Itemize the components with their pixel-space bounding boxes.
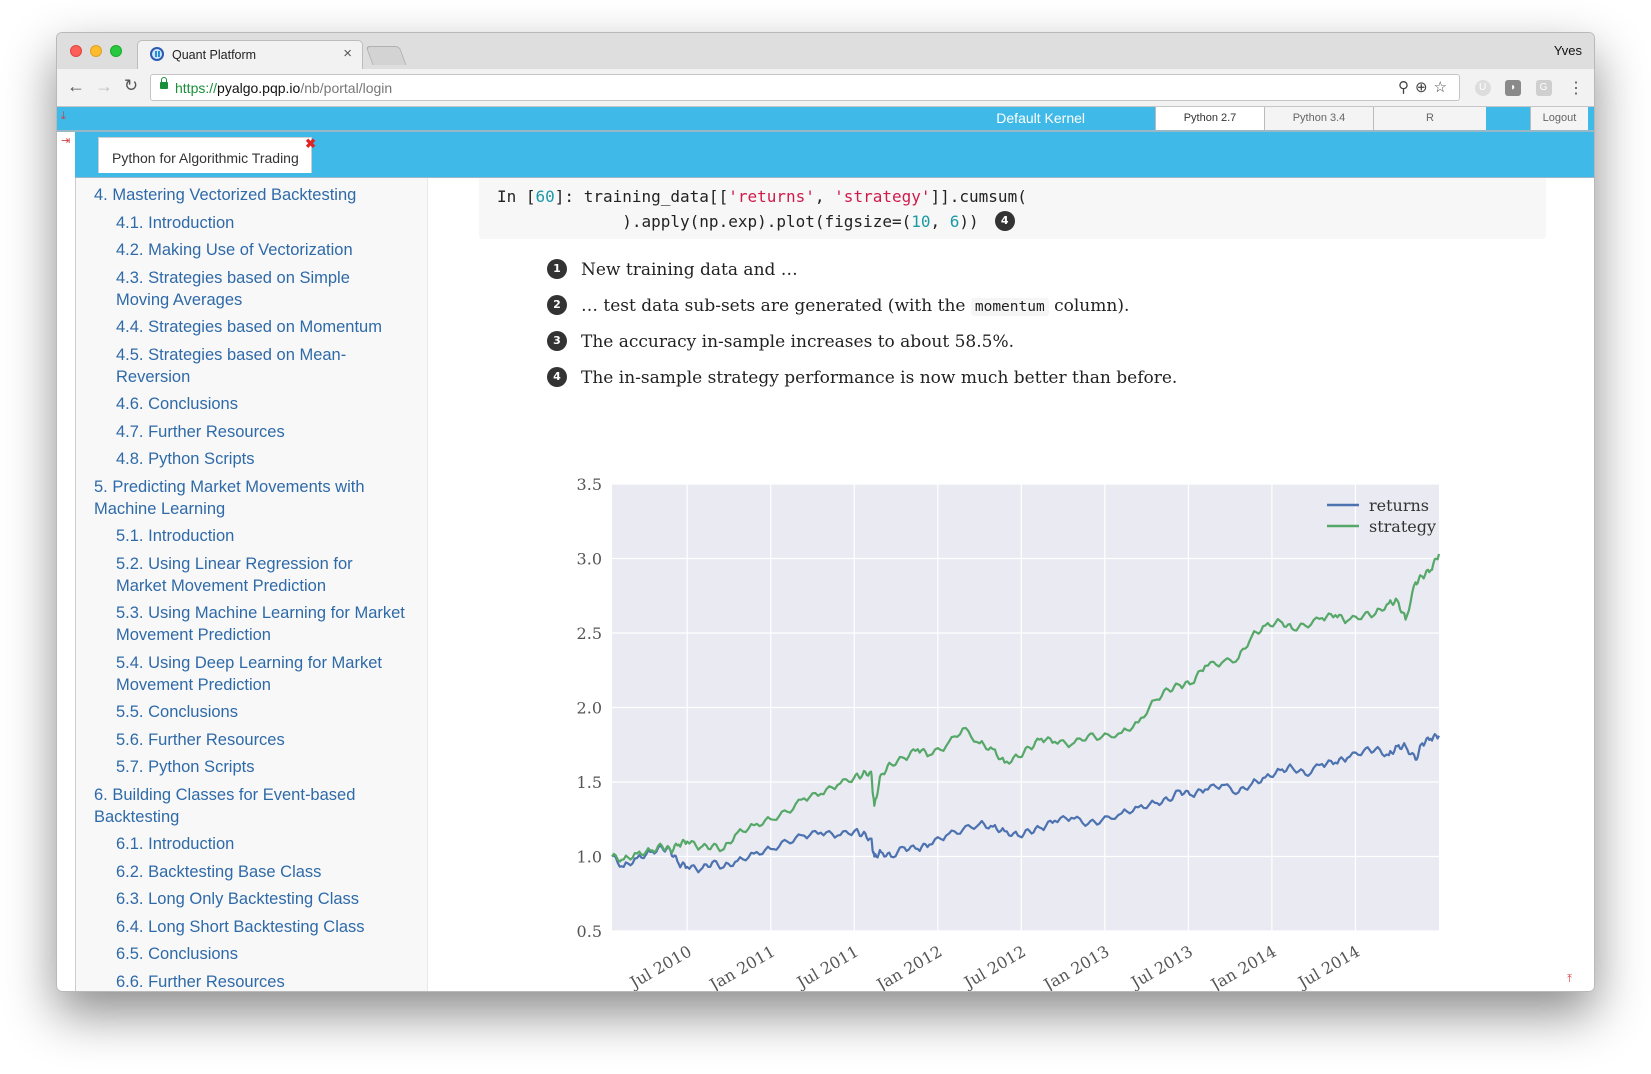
document-tab-close-icon[interactable]: ✖ [305, 136, 316, 152]
x-tick-label: Jan 2012 [872, 942, 946, 992]
url-text[interactable]: https://pyalgo.pqp.io/nb/portal/login [175, 80, 392, 96]
kernel-python27-button[interactable]: Python 2.7 [1155, 107, 1264, 130]
scroll-to-top-icon[interactable]: ⤒ [1567, 973, 1572, 986]
browser-window: Quant Platform × Yves ← → ↻ https://pyal… [56, 32, 1595, 992]
cumulative-returns-chart: 0.5 1.0 1.5 2.0 2.5 3.0 3.5 Jul 2010 Jan 2011 Jul… [577, 475, 1441, 992]
toc-item[interactable]: 6. Building Classes for Event-based Back… [76, 784, 427, 828]
browser-tab[interactable]: Quant Platform × [137, 40, 363, 69]
y-tick-label: 2.5 [577, 624, 602, 643]
toc-sidebar: 4. Mastering Vectorized Backtesting 4.1. … [75, 178, 428, 991]
toc-list: 4. Mastering Vectorized Backtesting 4.1. … [76, 178, 427, 991]
menu-dots-icon[interactable]: ⋮ [1568, 78, 1584, 98]
y-tick-label: 1.0 [577, 848, 602, 867]
toc-item[interactable]: 4.4. Strategies based on Momentum [76, 316, 427, 338]
extension-icons: U ◗ G ⋮ [1465, 78, 1584, 98]
back-arrow-icon[interactable]: ← [65, 76, 87, 97]
browser-tab-title: Quant Platform [172, 48, 257, 62]
kernel-bar: ⤓ Default Kernel Python 2.7 Python 3.4 R… [57, 107, 1594, 132]
kernel-r-button[interactable]: R [1373, 107, 1486, 130]
legend-label-strategy: strategy [1369, 517, 1436, 536]
x-tick-label: Jan 2011 [705, 942, 779, 992]
url-path: /nb/portal/login [300, 80, 393, 96]
toc-item[interactable]: 5.4. Using Deep Learning for Market Move… [76, 652, 427, 696]
toc-item[interactable]: 6.1. Introduction [76, 833, 427, 855]
toc-item[interactable]: 4.1. Introduction [76, 212, 427, 234]
default-kernel-label: Default Kernel [996, 110, 1085, 126]
y-tick-label: 3.0 [577, 550, 602, 569]
new-tab-button[interactable] [365, 46, 407, 65]
tab-close-icon[interactable]: × [343, 45, 352, 62]
x-tick-label: Jan 2014 [1206, 942, 1280, 992]
document-tab-bar: ⇥ Python for Algorithmic Trading ✖ [57, 132, 1594, 178]
reload-icon[interactable]: ↻ [120, 76, 142, 96]
x-tick-label: Jul 2014 [1293, 942, 1363, 992]
close-window-button[interactable] [70, 45, 82, 57]
y-tick-label: 0.5 [577, 922, 602, 941]
legend-label-returns: returns [1369, 496, 1429, 515]
toc-item[interactable]: 4.7. Further Resources [76, 421, 427, 443]
url-scheme: https:// [175, 80, 218, 96]
toc-item[interactable]: 4. Mastering Vectorized Backtesting [76, 184, 427, 206]
toc-item[interactable]: 6.3. Long Only Backtesting Class [76, 888, 427, 910]
sidebar-toggle-icon[interactable]: ⇥ [61, 134, 70, 147]
star-icon[interactable]: ☆ [1434, 79, 1453, 96]
extension-icon[interactable]: ◗ [1505, 80, 1522, 96]
y-tick-label: 2.0 [577, 699, 602, 718]
document-tab[interactable]: Python for Algorithmic Trading ✖ [98, 136, 316, 173]
x-tick-label: Jul 2012 [959, 942, 1029, 992]
y-tick-label: 1.5 [577, 773, 602, 792]
forward-arrow-icon[interactable]: → [93, 76, 115, 97]
title-bar: Quant Platform × Yves [57, 33, 1594, 69]
quant-platform-favicon-icon [150, 47, 164, 61]
document-tab-strip: Python for Algorithmic Trading ✖ [75, 132, 1594, 178]
toc-item[interactable]: 5.5. Conclusions [76, 701, 427, 723]
omnibox-icons: ⚲⊕☆ [1398, 78, 1453, 96]
toc-item[interactable]: 4.8. Python Scripts [76, 448, 427, 470]
profile-name[interactable]: Yves [1554, 43, 1582, 58]
u-extension-icon[interactable]: U [1474, 80, 1491, 96]
logout-button[interactable]: Logout [1530, 107, 1588, 130]
toc-item[interactable]: 5.1. Introduction [76, 525, 427, 547]
toc-item[interactable]: 5. Predicting Market Movements with Mach… [76, 476, 427, 520]
toc-item[interactable]: 6.5. Conclusions [76, 943, 427, 965]
zoom-icon[interactable]: ⊕ [1415, 79, 1434, 96]
toc-item[interactable]: 4.2. Making Use of Vectorization [76, 239, 427, 261]
toc-item[interactable]: 5.6. Further Resources [76, 729, 427, 751]
toc-item[interactable]: 4.6. Conclusions [76, 393, 427, 415]
toc-item[interactable]: 6.4. Long Short Backtesting Class [76, 916, 427, 938]
toc-item[interactable]: 5.2. Using Linear Regression for Market … [76, 553, 427, 597]
toc-item[interactable]: 5.3. Using Machine Learning for Market M… [76, 602, 427, 646]
address-bar[interactable]: https://pyalgo.pqp.io/nb/portal/login ⚲⊕… [150, 74, 1460, 101]
toc-item[interactable]: 6.6. Further Resources [76, 971, 427, 992]
minimize-window-button[interactable] [90, 45, 102, 57]
x-tick-label: Jan 2013 [1039, 942, 1113, 992]
notebook-content: In [60]: training_data[['returns', 'stra… [429, 178, 1594, 991]
x-tick-label: Jul 2011 [792, 942, 862, 992]
key-icon[interactable]: ⚲ [1398, 79, 1415, 96]
document-tab-title: Python for Algorithmic Trading [112, 150, 299, 166]
browser-toolbar: ← → ↻ https://pyalgo.pqp.io/nb/portal/lo… [57, 69, 1594, 107]
maximize-window-button[interactable] [110, 45, 122, 57]
x-tick-label: Jul 2010 [625, 942, 695, 992]
y-tick-label: 3.5 [577, 475, 602, 494]
toc-item[interactable]: 4.3. Strategies based on Simple Moving A… [76, 267, 427, 311]
g-extension-icon[interactable]: G [1535, 80, 1552, 96]
url-host: pyalgo.pqp.io [217, 80, 301, 96]
download-icon[interactable]: ⤓ [61, 110, 66, 123]
lock-icon [160, 77, 168, 89]
x-tick-label: Jul 2013 [1126, 942, 1196, 992]
toc-item[interactable]: 5.7. Python Scripts [76, 756, 427, 778]
toc-item[interactable]: 4.5. Strategies based on Mean-Reversion [76, 344, 427, 388]
toc-item[interactable]: 6.2. Backtesting Base Class [76, 861, 427, 883]
kernel-python34-button[interactable]: Python 3.4 [1264, 107, 1373, 130]
